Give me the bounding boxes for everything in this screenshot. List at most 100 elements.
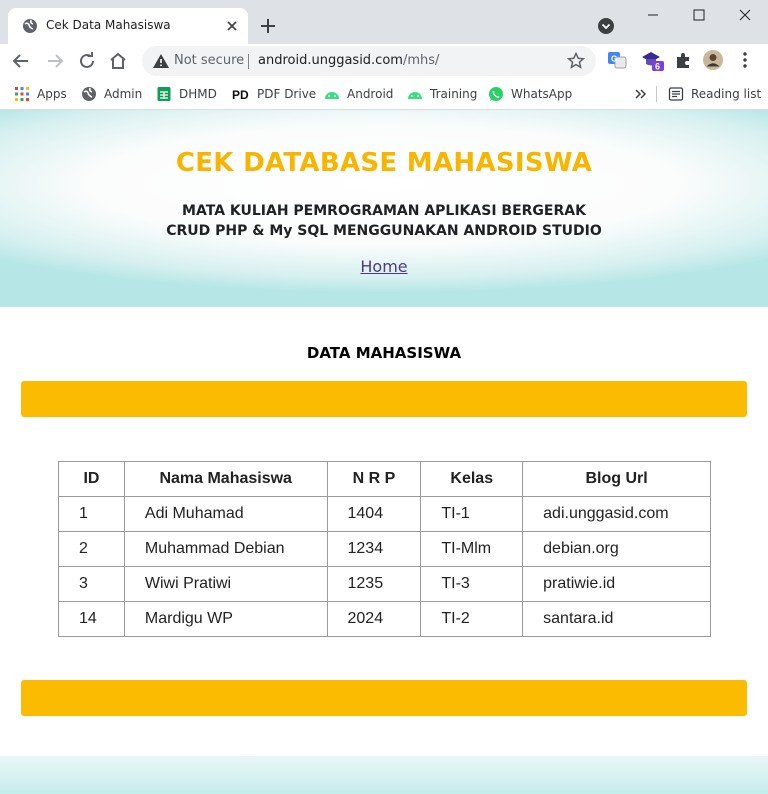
cell-kelas: TI-2	[420, 601, 524, 637]
address-separator	[248, 54, 249, 69]
home-link[interactable]: Home	[360, 257, 407, 276]
bookmark-label: Admin	[104, 87, 143, 101]
cell-kelas: TI-Mlm	[420, 531, 524, 567]
browser-tab[interactable]: Cek Data Mahasiswa	[8, 8, 248, 44]
mahasiswa-table: ID Nama Mahasiswa N R P Kelas Blog Url 1…	[58, 461, 711, 637]
bookmark-apps[interactable]: Apps	[14, 84, 67, 104]
cell-id: 3	[58, 566, 125, 602]
url-host: android.unggasid.com	[258, 53, 403, 68]
warning-icon[interactable]	[152, 52, 170, 70]
cell-nrp: 1235	[326, 566, 422, 602]
bookmark-label: WhatsApp	[511, 87, 573, 101]
cell-blog-url: adi.unggasid.com	[522, 496, 711, 532]
subtitle-line-2: CRUD PHP & My SQL MENGGUNAKAN ANDROID ST…	[166, 223, 602, 239]
column-header-nrp: N R P	[326, 461, 422, 497]
bookmark-label: Training	[430, 87, 478, 101]
minimize-icon[interactable]	[630, 0, 676, 32]
url-path: /mhs/	[402, 53, 440, 68]
cell-nama: Wiwi Pratiwi	[123, 566, 328, 602]
cell-id: 14	[58, 601, 125, 637]
reading-list-label: Reading list	[691, 87, 762, 101]
window-close-icon[interactable]	[722, 0, 768, 32]
android-icon	[325, 92, 339, 99]
cell-kelas: TI-3	[420, 566, 524, 602]
address-bar[interactable]: Not secure android.unggasid.com/mhs/	[142, 46, 596, 76]
section-title: DATA MAHASISWA	[306, 344, 462, 362]
bookmark-android[interactable]: Android	[324, 84, 393, 104]
column-header-id: ID	[58, 461, 125, 497]
title-bar: Cek Data Mahasiswa	[0, 0, 768, 44]
whatsapp-icon	[489, 87, 503, 101]
apps-grid-icon	[15, 87, 29, 101]
security-label[interactable]: Not secure	[174, 53, 244, 68]
column-header-kelas: Kelas	[420, 461, 524, 497]
android-icon	[408, 92, 422, 99]
column-header-nama: Nama Mahasiswa	[123, 461, 328, 497]
bookmark-admin[interactable]: Admin	[81, 84, 142, 104]
table-row: 1 Adi Muhamad 1404 TI-1 adi.unggasid.com	[58, 496, 711, 532]
sheets-icon	[157, 87, 171, 101]
cell-blog-url: pratiwie.id	[522, 566, 711, 602]
globe-icon	[82, 87, 96, 101]
svg-text:G: G	[611, 55, 617, 64]
cell-id: 2	[58, 531, 125, 567]
cell-nrp: 1234	[326, 531, 422, 567]
cell-nama: Adi Muhamad	[123, 496, 328, 532]
cell-nrp: 2024	[326, 601, 422, 637]
reload-icon[interactable]	[74, 48, 100, 74]
table-row: 2 Muhammad Debian 1234 TI-Mlm debian.org	[58, 531, 711, 567]
url-text[interactable]: android.unggasid.com/mhs/	[258, 53, 439, 68]
maximize-icon[interactable]	[676, 0, 722, 32]
bookmark-label: DHMD	[179, 87, 217, 101]
page-title: CEK DATABASE MAHASISWA	[175, 148, 593, 178]
cell-id: 1	[58, 496, 125, 532]
bookmarks-divider	[656, 86, 657, 102]
home-icon[interactable]	[105, 48, 131, 74]
forward-icon[interactable]	[42, 48, 68, 74]
bookmark-training[interactable]: Training	[407, 84, 477, 104]
bookmark-pdf-drive[interactable]: PD PDF Drive	[232, 84, 316, 104]
footer-band	[0, 756, 768, 794]
page-content: CEK DATABASE MAHASISWA MATA KULIAH PEMRO…	[0, 110, 768, 794]
extension-badge: 6	[655, 62, 660, 72]
cell-blog-url: debian.org	[522, 531, 711, 567]
top-accent-bar	[21, 381, 747, 417]
graduation-cap-extension-icon[interactable]: 6	[640, 49, 666, 71]
pdf-drive-icon: PD	[232, 88, 249, 102]
bookmark-label: Apps	[37, 87, 67, 101]
cell-nama: Mardigu WP	[123, 601, 328, 637]
bookmark-star-icon[interactable]	[566, 51, 586, 71]
column-header-blog-url: Blog Url	[522, 461, 711, 497]
extensions-puzzle-icon[interactable]	[672, 49, 694, 71]
avatar[interactable]	[702, 49, 724, 71]
table-row: 3 Wiwi Pratiwi 1235 TI-3 pratiwie.id	[58, 566, 711, 602]
bookmark-label: PDF Drive	[257, 87, 317, 101]
tab-search-icon[interactable]	[596, 16, 616, 36]
chevron-double-right-icon[interactable]	[634, 86, 648, 102]
header-hero: CEK DATABASE MAHASISWA MATA KULIAH PEMRO…	[0, 110, 768, 307]
browser-toolbar: Not secure android.unggasid.com/mhs/ G 6	[0, 44, 768, 78]
back-icon[interactable]	[8, 48, 34, 74]
cell-kelas: TI-1	[420, 496, 524, 532]
svg-text:PD: PD	[232, 88, 249, 102]
bookmarks-bar: Apps Admin DHMD PD PDF Drive Android Tra…	[0, 78, 768, 110]
reading-list-icon	[668, 87, 684, 101]
close-tab-icon[interactable]	[222, 16, 242, 36]
table-header-row: ID Nama Mahasiswa N R P Kelas Blog Url	[58, 461, 711, 497]
tab-title: Cek Data Mahasiswa	[46, 18, 171, 32]
cell-nrp: 1404	[326, 496, 422, 532]
bookmark-label: Android	[347, 87, 394, 101]
bookmark-dhmd[interactable]: DHMD	[156, 84, 217, 104]
cell-blog-url: santara.id	[522, 601, 711, 637]
bookmark-whatsapp[interactable]: WhatsApp	[488, 84, 572, 104]
kebab-menu-icon[interactable]	[734, 49, 756, 71]
table-row: 14 Mardigu WP 2024 TI-2 santara.id	[58, 601, 711, 637]
new-tab-icon[interactable]	[256, 14, 280, 38]
reading-list-button[interactable]: Reading list	[668, 84, 761, 104]
home-link-wrapper: Home	[0, 257, 768, 276]
cell-nama: Muhammad Debian	[123, 531, 328, 567]
bottom-accent-bar	[21, 680, 747, 716]
subtitle-line-1: MATA KULIAH PEMROGRAMAN APLIKASI BERGERA…	[182, 203, 586, 219]
globe-icon	[23, 19, 37, 33]
translate-extension-icon[interactable]: G	[606, 49, 628, 71]
